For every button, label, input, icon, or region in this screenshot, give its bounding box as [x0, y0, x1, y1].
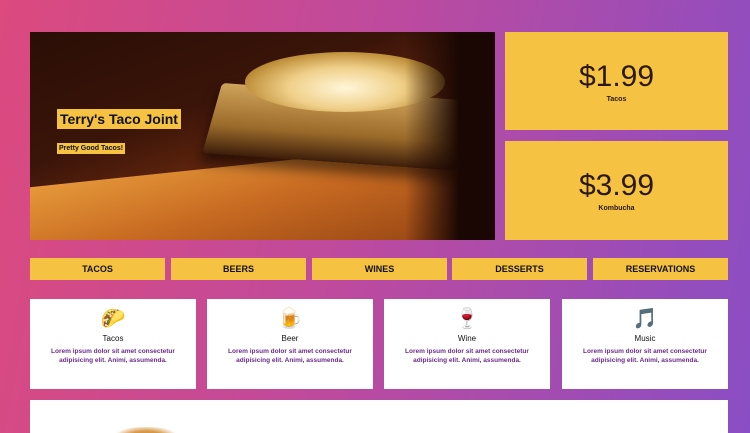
card-body: Lorem ipsum dolor sit amet consectetur a…: [228, 348, 352, 364]
hero-title: Terry's Taco Joint: [57, 109, 181, 129]
hero-image: Terry's Taco Joint Pretty Good Tacos!: [30, 32, 495, 240]
bottom-panel: [30, 400, 728, 433]
nav-beers[interactable]: BEERS: [171, 258, 306, 280]
nav-reservations[interactable]: RESERVATIONS: [593, 258, 728, 280]
price-amount: $3.99: [578, 169, 655, 202]
card-title: Wine: [457, 334, 477, 343]
price-card-kombucha: $3.99 Kombucha: [505, 141, 728, 240]
price-label: Kombucha: [598, 205, 635, 212]
card-title: Tacos: [102, 334, 124, 343]
nav-tacos[interactable]: TACOS: [30, 258, 165, 280]
food-image-peek: [115, 427, 177, 433]
feature-card-beer: 🍺 Beer Lorem ipsum dolor sit amet consec…: [207, 299, 373, 389]
card-body: Lorem ipsum dolor sit amet consectetur a…: [583, 348, 707, 364]
hero-tagline: Pretty Good Tacos!: [57, 143, 126, 154]
main-nav: TACOS BEERS WINES DESSERTS RESERVATIONS: [30, 258, 728, 280]
feature-card-wine: 🍷 Wine Lorem ipsum dolor sit amet consec…: [384, 299, 550, 389]
price-amount: $1.99: [578, 60, 655, 93]
card-body: Lorem ipsum dolor sit amet consectetur a…: [51, 348, 175, 364]
feature-card-music: 🎵 Music Lorem ipsum dolor sit amet conse…: [562, 299, 728, 389]
card-title: Music: [634, 334, 656, 343]
nav-wines[interactable]: WINES: [312, 258, 447, 280]
page-frame: Terry's Taco Joint Pretty Good Tacos! $1…: [5, 7, 745, 433]
taco-icon: 🌮: [100, 308, 126, 330]
music-note-icon: 🎵: [632, 308, 658, 330]
wine-glass-icon: 🍷: [454, 308, 480, 330]
card-body: Lorem ipsum dolor sit amet consectetur a…: [405, 348, 529, 364]
card-title: Beer: [281, 334, 299, 343]
price-card-tacos: $1.99 Tacos: [505, 32, 728, 130]
price-label: Tacos: [606, 96, 627, 103]
nav-desserts[interactable]: DESSERTS: [452, 258, 587, 280]
beer-mug-icon: 🍺: [277, 308, 303, 330]
feature-card-tacos: 🌮 Tacos Lorem ipsum dolor sit amet conse…: [30, 299, 196, 389]
